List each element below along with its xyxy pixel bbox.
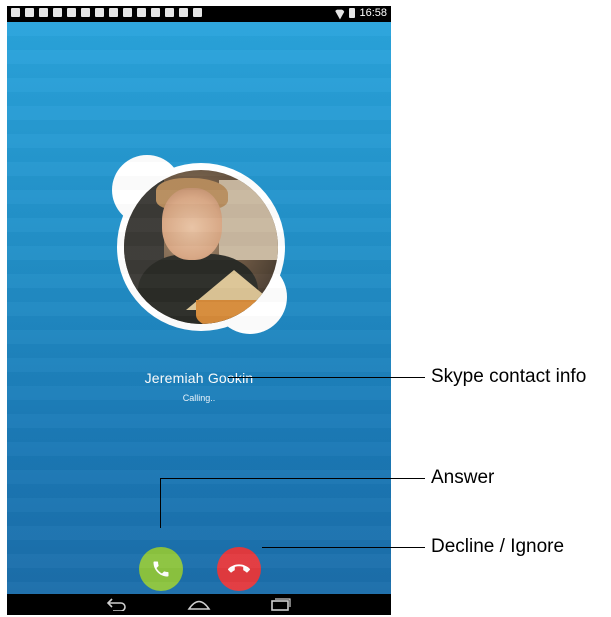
phone-icon bbox=[153, 561, 169, 577]
mail-icon bbox=[123, 8, 132, 17]
mail-icon bbox=[53, 8, 62, 17]
callout-line bbox=[228, 377, 425, 378]
callout-line bbox=[160, 478, 425, 479]
download-icon bbox=[81, 8, 90, 17]
document-icon bbox=[151, 8, 160, 17]
back-icon[interactable] bbox=[105, 597, 127, 611]
navigation-bar bbox=[7, 594, 391, 615]
decline-button[interactable] bbox=[217, 547, 261, 591]
calendar-check-icon bbox=[193, 8, 202, 17]
clipboard-icon bbox=[39, 8, 48, 17]
calendar-check-icon bbox=[165, 8, 174, 17]
callout-line bbox=[262, 547, 425, 548]
hang-up-icon bbox=[228, 564, 250, 573]
wifi-icon bbox=[334, 9, 345, 18]
download-icon bbox=[95, 8, 104, 17]
answer-button[interactable] bbox=[139, 547, 183, 591]
notification-icons bbox=[11, 8, 202, 17]
chat-icon bbox=[11, 8, 20, 17]
contact-name: Jeremiah Gookin bbox=[144, 370, 254, 386]
home-icon[interactable] bbox=[187, 597, 211, 611]
status-bar: 16:58 bbox=[7, 6, 391, 22]
call-status: Calling.. bbox=[182, 393, 216, 403]
callout-line bbox=[160, 478, 161, 528]
chat-icon bbox=[25, 8, 34, 17]
incoming-call-screen: Jeremiah Gookin Calling.. bbox=[7, 22, 391, 594]
download-icon bbox=[109, 8, 118, 17]
contact-icon bbox=[137, 8, 146, 17]
contact-avatar bbox=[124, 170, 278, 324]
play-store-icon bbox=[179, 8, 188, 17]
download-icon bbox=[67, 8, 76, 17]
battery-icon bbox=[349, 8, 356, 18]
callout-decline: Decline / Ignore bbox=[431, 536, 565, 557]
callout-contact-info: Skype contact info bbox=[431, 366, 587, 387]
status-time: 16:58 bbox=[359, 7, 387, 19]
callout-answer: Answer bbox=[431, 467, 495, 488]
phone-screen: 16:58 Jeremiah Gookin Calling.. bbox=[7, 6, 391, 615]
recents-icon[interactable] bbox=[270, 597, 292, 611]
